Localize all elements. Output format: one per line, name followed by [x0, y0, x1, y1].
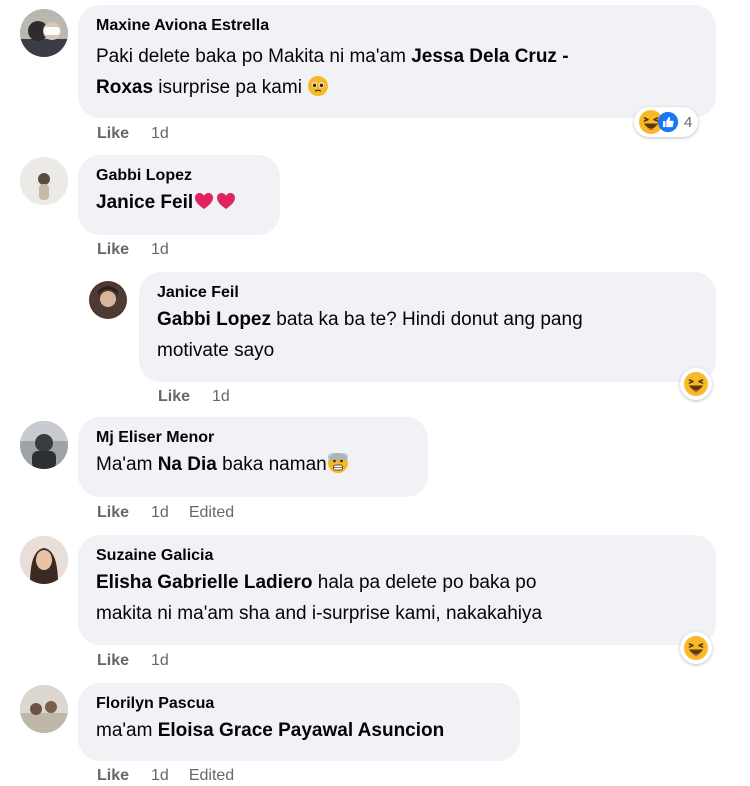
mention-link[interactable]: Elisha Gabrielle Ladiero	[96, 572, 312, 593]
comment-bubble: Maxine Aviona Estrella Paki delete baka …	[78, 5, 716, 118]
comment-actions: Like 1d Edited	[97, 503, 234, 523]
avatar[interactable]	[20, 9, 68, 57]
like-reaction-icon	[657, 111, 679, 133]
comment-text-part: baka naman	[216, 454, 327, 475]
haha-emoji-icon	[683, 371, 709, 397]
timestamp[interactable]: 1d	[151, 240, 169, 260]
avatar[interactable]	[20, 157, 68, 205]
comment-bubble: Mj Eliser Menor Ma'am Na Dia baka naman	[78, 417, 428, 497]
comment-text-part: bata ka ba te? Hindi donut ang pang	[271, 309, 583, 330]
comment-text-part: hala pa delete po baka po	[312, 572, 537, 593]
comment-author[interactable]: Mj Eliser Menor	[96, 428, 410, 448]
mention-link[interactable]: Gabbi Lopez	[157, 309, 271, 330]
red-heart-emoji-icon	[215, 190, 237, 212]
edited-label: Edited	[188, 767, 235, 784]
pleading-face-emoji-icon	[307, 75, 329, 97]
comment-bubble: Janice Feil Gabbi Lopez bata ka ba te? H…	[139, 272, 716, 382]
reaction-summary[interactable]	[680, 632, 712, 664]
like-button[interactable]: Like	[97, 124, 129, 144]
comment-text: Janice Feil	[96, 187, 262, 218]
comment-text-part: makita ni ma'am sha and i-surprise kami,…	[96, 603, 543, 624]
mention-link[interactable]: Jessa Dela Cruz -	[411, 46, 568, 67]
mention-link[interactable]: Janice Feil	[96, 192, 193, 213]
like-button[interactable]: Like	[97, 503, 129, 523]
comment-author[interactable]: Florilyn Pascua	[96, 694, 502, 714]
reaction-summary[interactable]	[680, 368, 712, 400]
comment-text: Elisha Gabrielle Ladiero hala pa delete …	[96, 567, 698, 629]
comment-author[interactable]: Suzaine Galicia	[96, 546, 698, 566]
mention-link[interactable]: Eloisa Grace Payawal Asuncion	[158, 720, 445, 741]
avatar-photo-icon	[20, 685, 68, 733]
comment-text-part: ma'am	[96, 720, 158, 741]
comment-text: Gabbi Lopez bata ka ba te? Hindi donut a…	[157, 304, 698, 366]
comment-author[interactable]: Gabbi Lopez	[96, 166, 262, 186]
comment-author[interactable]: Maxine Aviona Estrella	[96, 16, 698, 36]
like-button[interactable]: Like	[97, 766, 129, 786]
like-button[interactable]: Like	[158, 387, 190, 407]
comment-actions: Like 1d	[97, 124, 189, 144]
timestamp[interactable]: 1d	[151, 651, 169, 671]
comment-bubble: Florilyn Pascua ma'am Eloisa Grace Payaw…	[78, 683, 520, 761]
comment-actions: Like 1d	[97, 240, 189, 260]
avatar-photo-icon	[20, 9, 68, 57]
avatar[interactable]	[20, 536, 68, 584]
comment-author[interactable]: Janice Feil	[157, 283, 698, 303]
avatar[interactable]	[89, 281, 127, 319]
red-heart-emoji-icon	[193, 190, 215, 212]
mention-link[interactable]: Na Dia	[158, 454, 217, 475]
comment-text: Ma'am Na Dia baka naman	[96, 449, 410, 480]
timestamp[interactable]: 1d	[212, 387, 230, 407]
comment-actions: Like 1d	[158, 387, 250, 407]
timestamp[interactable]: 1d	[151, 766, 169, 786]
comment-text-part: Ma'am	[96, 454, 158, 475]
comment-text: ma'am Eloisa Grace Payawal Asuncion	[96, 715, 502, 746]
avatar[interactable]	[20, 685, 68, 733]
timestamp[interactable]: 1d	[151, 124, 169, 144]
like-button[interactable]: Like	[97, 240, 129, 260]
comment-text: Paki delete baka po Makita ni ma'am Jess…	[96, 41, 698, 103]
haha-emoji-icon	[683, 635, 709, 661]
like-button[interactable]: Like	[97, 651, 129, 671]
reaction-count: 4	[684, 113, 693, 131]
mention-link[interactable]: Roxas	[96, 77, 153, 98]
avatar-photo-icon	[20, 421, 68, 469]
comment-actions: Like 1d	[97, 651, 189, 671]
timestamp[interactable]: 1d	[151, 503, 169, 523]
avatar[interactable]	[20, 421, 68, 469]
avatar-photo-icon	[20, 536, 68, 584]
comment-text-part: Paki delete baka po Makita ni ma'am	[96, 46, 412, 67]
comment-actions: Like 1d Edited	[97, 766, 234, 786]
reaction-summary[interactable]: 4	[634, 107, 699, 137]
comment-bubble: Gabbi Lopez Janice Feil	[78, 155, 280, 235]
avatar-photo-icon	[89, 281, 127, 319]
comment-text-part: motivate sayo	[157, 340, 275, 361]
avatar-photo-icon	[20, 157, 68, 205]
edited-label: Edited	[188, 504, 235, 521]
comment-text-part: isurprise pa kami	[153, 77, 308, 98]
fearful-face-emoji-icon	[327, 452, 349, 474]
comment-bubble: Suzaine Galicia Elisha Gabrielle Ladiero…	[78, 535, 716, 645]
